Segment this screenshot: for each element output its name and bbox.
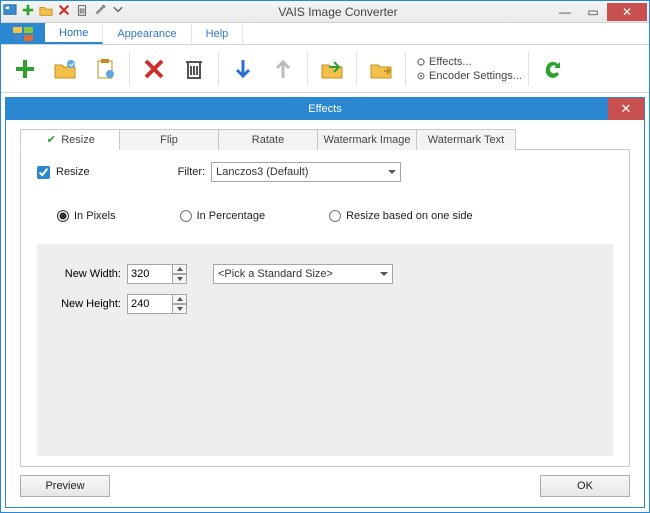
- tab-rotate[interactable]: Ratate: [218, 129, 318, 150]
- standard-size-select[interactable]: <Pick a Standard Size>: [213, 264, 393, 284]
- check-icon: ✔: [45, 134, 57, 146]
- mode-percent[interactable]: In Percentage: [180, 210, 266, 222]
- open-folder-button[interactable]: [47, 51, 83, 87]
- dialog-title: Effects ✕: [6, 98, 644, 120]
- qat-settings-icon[interactable]: [93, 3, 107, 20]
- ok-button[interactable]: OK: [540, 475, 630, 497]
- mode-oneside[interactable]: Resize based on one side: [329, 210, 473, 222]
- app-icon: [3, 3, 17, 20]
- file-menu-button[interactable]: [1, 23, 45, 44]
- ribbon-toolbar: Effects... Encoder Settings...: [1, 45, 649, 93]
- refresh-button[interactable]: [535, 51, 571, 87]
- output-folder-button[interactable]: [363, 51, 399, 87]
- tab-resize[interactable]: ✔Resize: [20, 129, 120, 150]
- tab-home[interactable]: Home: [45, 23, 103, 44]
- remove-button[interactable]: [136, 51, 172, 87]
- height-input[interactable]: [127, 294, 173, 314]
- height-spin-up[interactable]: [173, 294, 187, 304]
- quick-access-toolbar: [3, 3, 125, 20]
- move-down-button[interactable]: [225, 51, 261, 87]
- mode-pixels[interactable]: In Pixels: [57, 210, 116, 222]
- size-panel: New Width: <Pick a Standard Size> New He…: [37, 244, 613, 456]
- minimize-button[interactable]: —: [551, 3, 579, 21]
- preview-button[interactable]: Preview: [20, 475, 110, 497]
- qat-delete-icon[interactable]: [57, 3, 71, 20]
- window-title: VAIS Image Converter: [125, 5, 551, 19]
- paste-button[interactable]: [87, 51, 123, 87]
- add-file-button[interactable]: [7, 51, 43, 87]
- maximize-button[interactable]: ▭: [579, 3, 607, 21]
- width-input[interactable]: [127, 264, 173, 284]
- titlebar: VAIS Image Converter — ▭ ✕: [1, 1, 649, 23]
- close-button[interactable]: ✕: [607, 3, 647, 21]
- remove-all-button[interactable]: [176, 51, 212, 87]
- width-spin-down[interactable]: [173, 274, 187, 284]
- qat-dropdown-icon[interactable]: [111, 3, 125, 20]
- resize-checkbox-label[interactable]: Resize: [37, 166, 90, 179]
- qat-delete-all-icon[interactable]: [75, 3, 89, 20]
- tab-help[interactable]: Help: [192, 23, 244, 44]
- tab-watermark-image[interactable]: Watermark Image: [317, 129, 417, 150]
- tab-flip[interactable]: Flip: [119, 129, 219, 150]
- effects-dialog: Effects ✕ ✔Resize Flip Ratate Watermark …: [5, 97, 645, 508]
- filter-label: Filter:: [178, 166, 206, 178]
- qat-add-icon[interactable]: [21, 3, 35, 20]
- filter-select[interactable]: Lanczos3 (Default): [211, 162, 401, 182]
- resize-pane: Resize Filter: Lanczos3 (Default) In Pix…: [20, 150, 630, 467]
- effects-link[interactable]: Effects...: [416, 56, 522, 68]
- width-label: New Width:: [55, 268, 121, 280]
- move-up-button[interactable]: [265, 51, 301, 87]
- window-controls: — ▭ ✕: [551, 3, 647, 21]
- tab-appearance[interactable]: Appearance: [103, 23, 191, 44]
- convert-button[interactable]: [314, 51, 350, 87]
- encoder-settings-link[interactable]: Encoder Settings...: [416, 70, 522, 82]
- ribbon-tabs: Home Appearance Help: [1, 23, 649, 45]
- width-spin-up[interactable]: [173, 264, 187, 274]
- height-label: New Height:: [55, 298, 121, 310]
- dialog-close-button[interactable]: ✕: [608, 98, 644, 120]
- resize-checkbox[interactable]: [37, 166, 50, 179]
- height-spin-down[interactable]: [173, 304, 187, 314]
- qat-open-folder-icon[interactable]: [39, 3, 53, 20]
- effects-tabs: ✔Resize Flip Ratate Watermark Image Wate…: [20, 128, 630, 150]
- tab-watermark-text[interactable]: Watermark Text: [416, 129, 516, 150]
